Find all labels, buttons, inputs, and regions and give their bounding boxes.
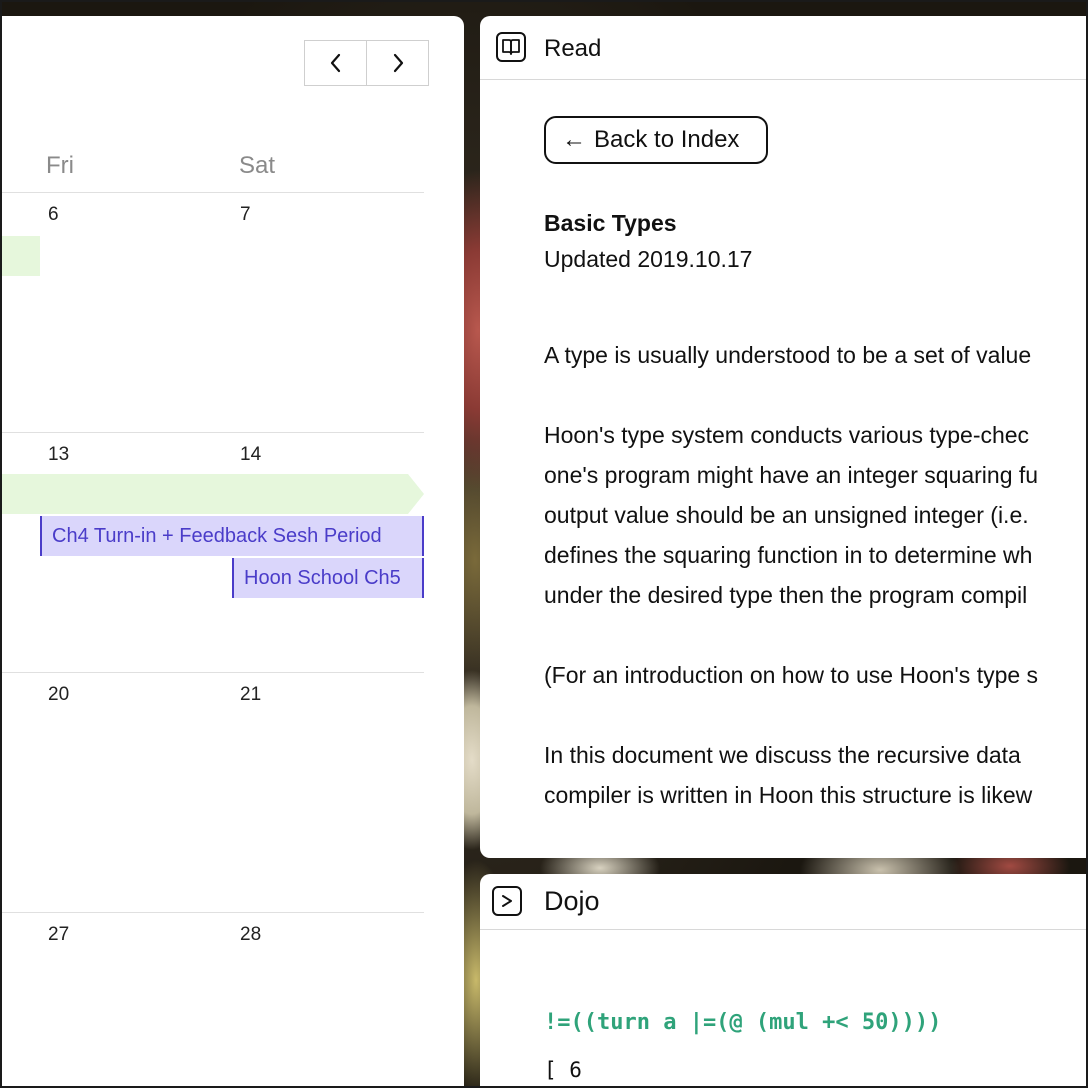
chevron-left-icon (330, 53, 340, 73)
paragraph-text: output value should be an unsigned integ… (544, 502, 1029, 528)
spanning-event-bar[interactable] (0, 474, 426, 514)
day-of-week-sat: Sat (239, 152, 276, 179)
week-divider (0, 912, 424, 913)
day-number[interactable]: 28 (240, 924, 261, 946)
day-of-week-fri: Fri (46, 152, 74, 179)
back-button-label: Back to Index (594, 126, 740, 153)
window-titlebar[interactable]: Dojo (480, 874, 1088, 930)
week-divider (0, 432, 424, 433)
paragraph-text: under the desired type then the program … (544, 582, 1028, 608)
day-number[interactable]: 13 (48, 444, 69, 466)
window-titlebar[interactable]: Read (480, 16, 1088, 80)
day-number[interactable]: 27 (48, 924, 69, 946)
next-month-button[interactable] (366, 41, 428, 85)
month-navigation (304, 40, 429, 86)
paragraph-text: A type is usually understood to be a set… (544, 342, 1032, 368)
calendar-event[interactable]: Hoon School Ch5 (232, 558, 424, 598)
terminal-prompt-icon (492, 886, 522, 916)
dojo-command: !=((turn a |=(@ (mul +< 50)))) (544, 1010, 942, 1035)
chevron-right-icon (393, 53, 403, 73)
day-number[interactable]: 6 (48, 204, 59, 226)
back-to-index-button[interactable]: ← Back to Index (544, 116, 768, 164)
book-icon (496, 32, 526, 62)
document-updated-date: Updated 2019.10.17 (544, 246, 753, 272)
paragraph-text: one's program might have an integer squa… (544, 462, 1039, 488)
day-number[interactable]: 7 (240, 204, 251, 226)
read-window: Read ← Back to Index Basic Types Updated… (480, 16, 1088, 858)
day-number[interactable]: 20 (48, 684, 69, 706)
paragraph-text: (For an introduction on how to use Hoon'… (544, 662, 1039, 688)
paragraph-text: Hoon's type system conducts various type… (544, 422, 1030, 448)
paragraph-text: compiler is written in Hoon this structu… (544, 782, 1033, 808)
day-number[interactable]: 21 (240, 684, 261, 706)
prev-month-button[interactable] (305, 41, 366, 85)
dojo-output: [ 6 (544, 1058, 582, 1082)
paragraph-text: defines the squaring function in to dete… (544, 542, 1033, 568)
arrow-left-icon: ← (562, 126, 586, 153)
document-title: Basic Types (544, 210, 677, 236)
day-number[interactable]: 14 (240, 444, 261, 466)
week-divider (0, 192, 424, 193)
paragraph-text: In this document we discuss the recursiv… (544, 742, 1021, 768)
spanning-event-bar[interactable] (0, 236, 40, 276)
window-title: Read (544, 35, 602, 62)
dojo-window: Dojo !=((turn a |=(@ (mul +< 50)))) [ 6 (480, 874, 1088, 1088)
calendar-event[interactable]: Ch4 Turn-in + Feedback Sesh Period (40, 516, 424, 556)
calendar-window: Fri Sat 6 7 13 14 Ch4 Turn-in + Feedback… (0, 16, 464, 1088)
window-title: Dojo (544, 886, 600, 916)
week-divider (0, 672, 424, 673)
